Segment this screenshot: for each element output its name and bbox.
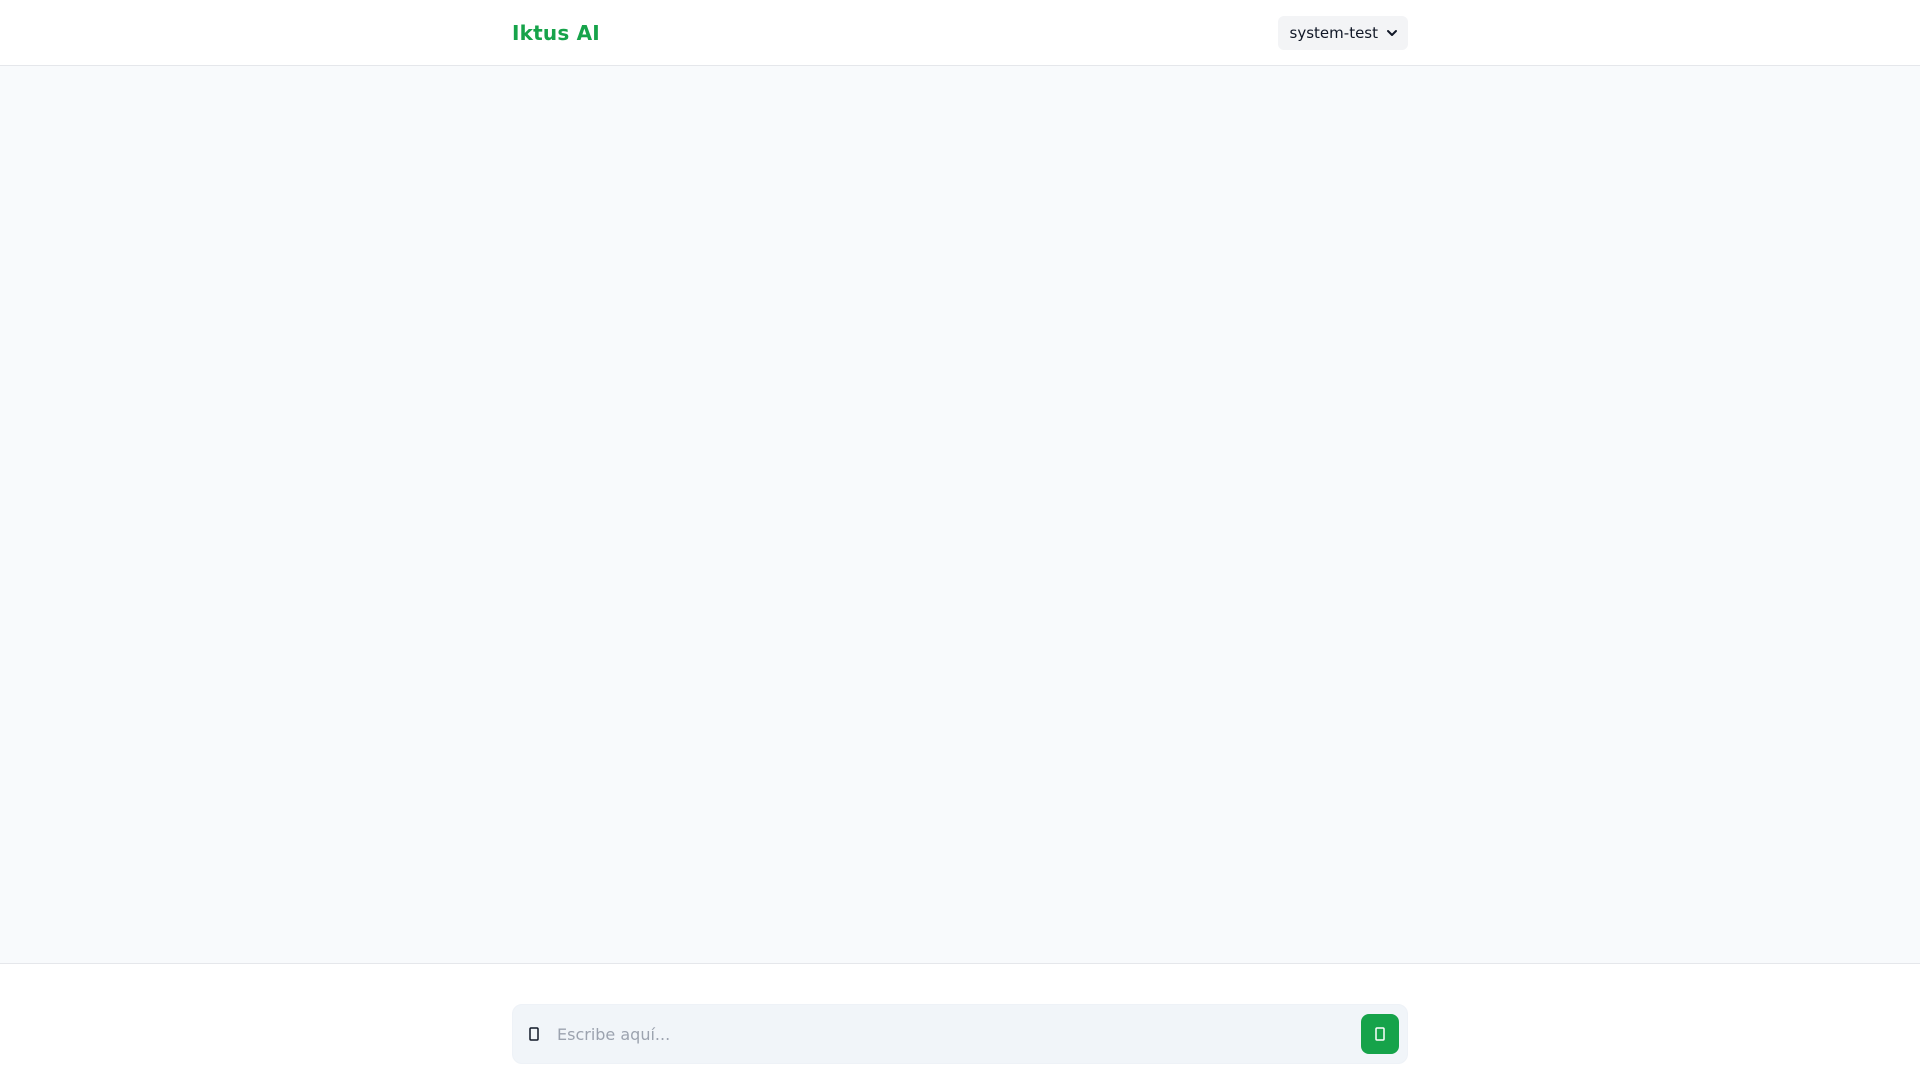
header-inner: Iktus AI system-test: [512, 0, 1408, 66]
send-icon: [1375, 1027, 1385, 1041]
system-selector-value: system-test: [1289, 24, 1378, 42]
paperclip-icon[interactable]: [527, 1026, 541, 1042]
composer-footer: [0, 963, 1920, 1080]
send-button[interactable]: [1361, 1014, 1399, 1054]
top-header: Iktus AI system-test: [0, 0, 1920, 66]
chat-area: [0, 66, 1920, 963]
chevron-down-icon: [1387, 30, 1397, 36]
app-title: Iktus AI: [512, 21, 600, 45]
composer-bar: [512, 1004, 1408, 1064]
system-selector[interactable]: system-test: [1277, 16, 1408, 50]
message-input[interactable]: [547, 1014, 1361, 1054]
